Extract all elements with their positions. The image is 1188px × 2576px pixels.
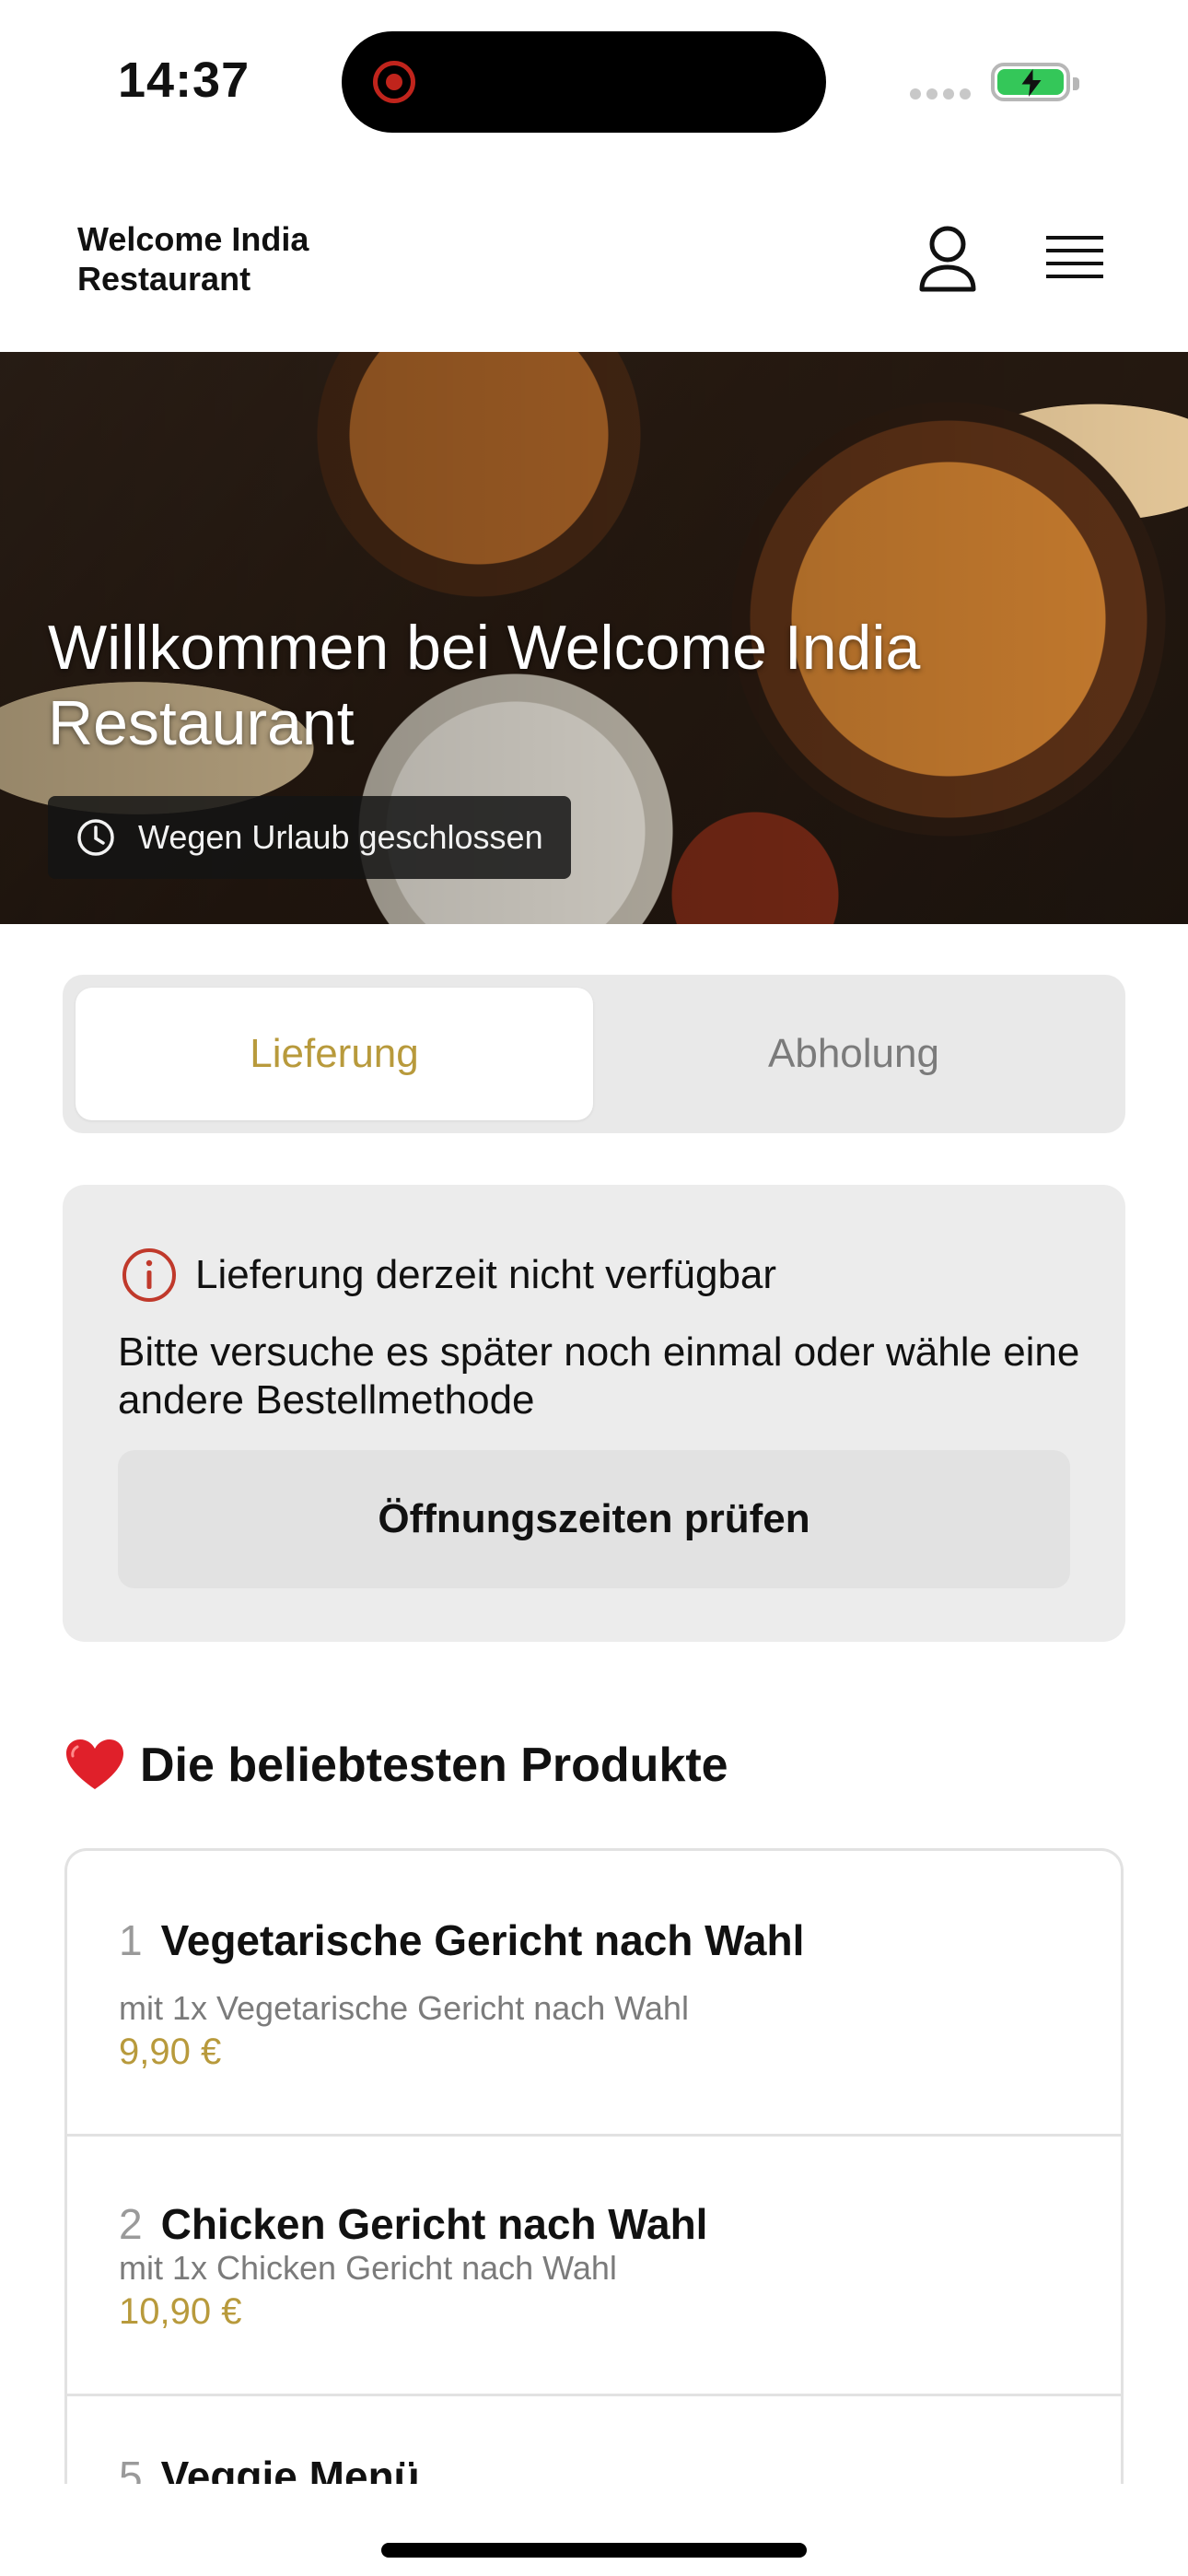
restaurant-name[interactable]: Welcome India Restaurant [77, 219, 372, 299]
product-rank: 1 [119, 1916, 143, 1964]
product-description: mit 1x Vegetarische Gericht nach Wahl [119, 1989, 689, 2027]
order-method-toggle: Lieferung Abholung [63, 975, 1125, 1133]
home-indicator[interactable] [381, 2543, 807, 2558]
product-rank: 5 [119, 2453, 143, 2484]
status-badge: Wegen Urlaub geschlossen [48, 796, 571, 879]
notice-text: Bitte versuche es später noch einmal ode… [118, 1329, 1080, 1423]
product-rank: 2 [119, 2200, 143, 2248]
list-item[interactable]: 5 Veggie Menü [67, 2396, 1121, 2484]
signal-icon [910, 88, 976, 104]
product-description: mit 1x Chicken Gericht nach Wahl [119, 2249, 617, 2287]
product-name-text: Veggie Menü [160, 2453, 420, 2484]
hero-title: Willkommen bei Welcome India Restaurant [48, 613, 921, 758]
list-item[interactable]: 2 Chicken Gericht nach Wahl mit 1x Chicke… [67, 2137, 1121, 2396]
product-price: 9,90 € [119, 2032, 222, 2072]
info-alert-icon [122, 1248, 176, 1302]
hero-banner: Willkommen bei Welcome India Restaurant … [0, 352, 1188, 924]
status-bar: 14:37 [0, 0, 1188, 166]
status-badge-text: Wegen Urlaub geschlossen [138, 818, 543, 856]
list-item[interactable]: 1 Vegetarische Gericht nach Wahl mit 1x V… [67, 1851, 1121, 2137]
popular-products-title: Die beliebtesten Produkte [140, 1739, 728, 1792]
product-name-text: Vegetarische Gericht nach Wahl [160, 1916, 805, 1964]
product-name: 2 Chicken Gericht nach Wahl [119, 2199, 707, 2249]
battery-icon [991, 63, 1079, 101]
delivery-unavailable-notice: Lieferung derzeit nicht verfügbar Bitte … [63, 1185, 1125, 1642]
tab-pickup[interactable]: Abholung [595, 988, 1112, 1120]
app-header: Welcome India Restaurant [0, 166, 1188, 352]
recording-indicator-icon [373, 61, 415, 103]
clock-icon [77, 819, 114, 856]
product-price: 10,90 € [119, 2291, 242, 2332]
status-time: 14:37 [118, 53, 250, 108]
popular-products-list: 1 Vegetarische Gericht nach Wahl mit 1x V… [64, 1848, 1124, 2484]
notice-title: Lieferung derzeit nicht verfügbar [195, 1252, 777, 1297]
popular-products-heading: Die beliebtesten Produkte [64, 1738, 728, 1793]
product-name: 5 Veggie Menü [119, 2452, 420, 2484]
product-name-text: Chicken Gericht nach Wahl [160, 2200, 708, 2248]
heart-icon [66, 1739, 123, 1789]
product-name: 1 Vegetarische Gericht nach Wahl [119, 1915, 804, 1965]
hamburger-menu-icon[interactable] [1044, 230, 1105, 286]
dynamic-island [342, 31, 826, 133]
tab-delivery[interactable]: Lieferung [76, 988, 593, 1120]
check-opening-hours-button[interactable]: Öffnungszeiten prüfen [118, 1450, 1070, 1588]
user-account-icon[interactable] [917, 225, 978, 293]
